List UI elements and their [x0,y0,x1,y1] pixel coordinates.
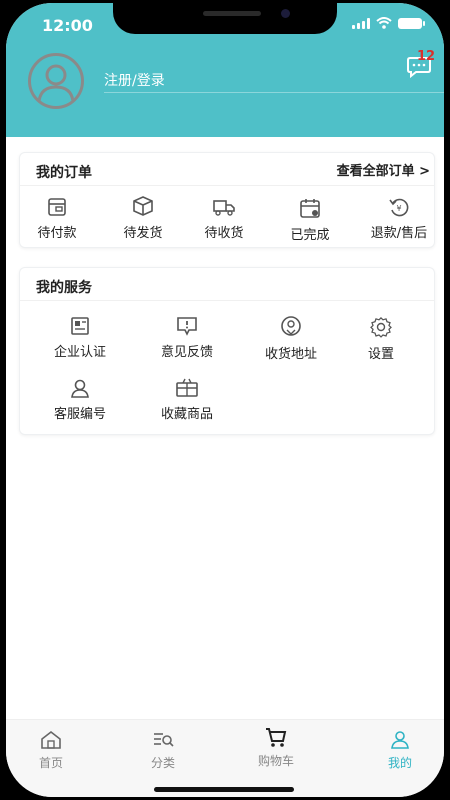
service-item-label: 企业认证 [53,345,106,360]
tab-label: 首页 [38,756,63,770]
order-completed[interactable]: 已完成 [275,197,345,243]
services-title: 我的服务 [36,280,92,296]
order-pending-shipment[interactable]: 待发货 [108,195,178,241]
tab-mine[interactable]: 我的 [370,730,430,771]
tab-label: 购物车 [257,754,294,768]
user-icon [71,379,89,398]
service-item-label: 客服编号 [53,407,106,422]
feedback-icon [177,317,197,336]
service-item-label: 收货地址 [264,347,317,362]
battery-icon [398,17,425,29]
order-pending-receipt[interactable]: 待收货 [189,197,259,241]
status-icons [352,17,425,29]
svg-text:¥: ¥ [396,204,401,213]
tab-label: 分类 [150,756,175,770]
message-button[interactable]: 12 [406,49,436,79]
order-item-label: 待发货 [123,226,163,241]
order-pending-payment[interactable]: 待付款 [22,197,92,241]
message-count-badge: 12 [417,49,436,64]
wifi-icon [376,17,392,29]
cart-icon [266,728,287,747]
tab-home[interactable]: 首页 [21,730,81,771]
refund-icon: ¥ [389,198,409,217]
orders-card: 我的订单 查看全部订单 > 待付款 待发货 待收货 已完成 ¥ 退款/售后 [19,152,435,248]
tab-category[interactable]: 分类 [133,730,193,771]
speaker [203,11,261,16]
gift-box-icon [176,378,198,397]
service-favorites[interactable]: 收藏商品 [152,378,222,422]
bottom-tab-bar: 首页 分类 购物车 我的 [6,719,444,797]
service-item-label: 意见反馈 [160,345,213,360]
camera [281,9,290,18]
id-card-icon [71,317,89,335]
register-login-link[interactable]: 注册/登录 [104,70,165,90]
person-icon [391,731,409,749]
service-address[interactable]: 收货地址 [256,316,326,362]
service-customer-service-id[interactable]: 客服编号 [45,378,115,422]
avatar-person-icon [37,64,75,102]
services-card: 我的服务 企业认证 意见反馈 收货地址 设置 客服编号 收藏商品 [19,267,435,435]
wallet-icon [48,198,66,216]
service-item-label: 收藏商品 [160,407,213,422]
service-enterprise-cert[interactable]: 企业认证 [45,316,115,360]
home-indicator [154,787,294,792]
avatar[interactable] [28,53,84,109]
orders-title: 我的订单 [36,165,92,181]
order-refund[interactable]: ¥ 退款/售后 [364,197,434,241]
truck-icon [213,200,235,216]
service-feedback[interactable]: 意见反馈 [152,316,222,360]
view-all-orders-link[interactable]: 查看全部订单 > [337,160,430,179]
calendar-check-icon [300,199,320,218]
device-notch [113,3,337,34]
order-item-label: 待收货 [204,226,244,241]
signal-icon [352,17,370,29]
phone-screen: 12:00 注册/登录 12 我的订单 查看全部订单 > 待付款 待发货 待收货… [6,3,444,797]
service-item-label: 设置 [367,347,394,362]
package-icon [133,196,153,216]
service-settings[interactable]: 设置 [346,316,416,362]
gear-icon [370,317,392,338]
header-divider [104,92,444,93]
status-time: 12:00 [42,16,93,35]
tab-label: 我的 [387,756,412,770]
tab-cart[interactable]: 购物车 [246,726,306,769]
category-search-icon [154,733,174,747]
order-item-label: 已完成 [290,228,330,243]
home-icon [41,730,61,749]
orders-divider [20,185,434,186]
services-divider [20,300,434,301]
order-item-label: 退款/售后 [370,226,428,241]
order-item-label: 待付款 [37,226,77,241]
location-icon [281,316,301,336]
